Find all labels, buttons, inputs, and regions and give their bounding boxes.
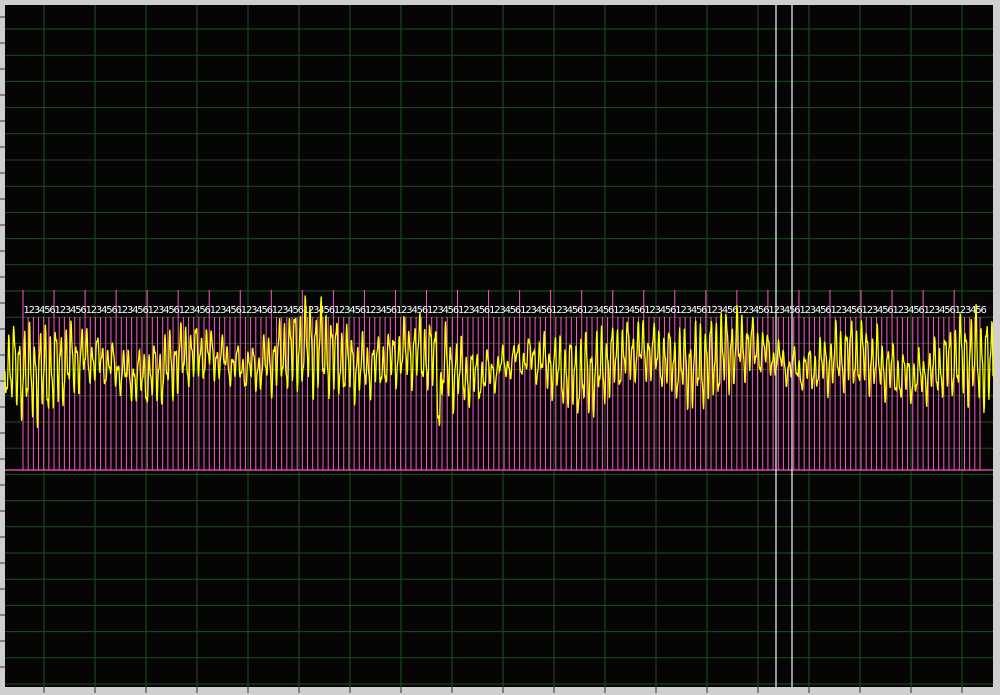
beat-marker-label: 6 [981, 305, 987, 316]
waveform-display[interactable]: 1234561234561234561234561234561234561234… [0, 0, 1000, 695]
oscilloscope-window: 1234561234561234561234561234561234561234… [0, 0, 1000, 695]
beat-labels: 1234561234561234561234561234561234561234… [24, 305, 987, 316]
